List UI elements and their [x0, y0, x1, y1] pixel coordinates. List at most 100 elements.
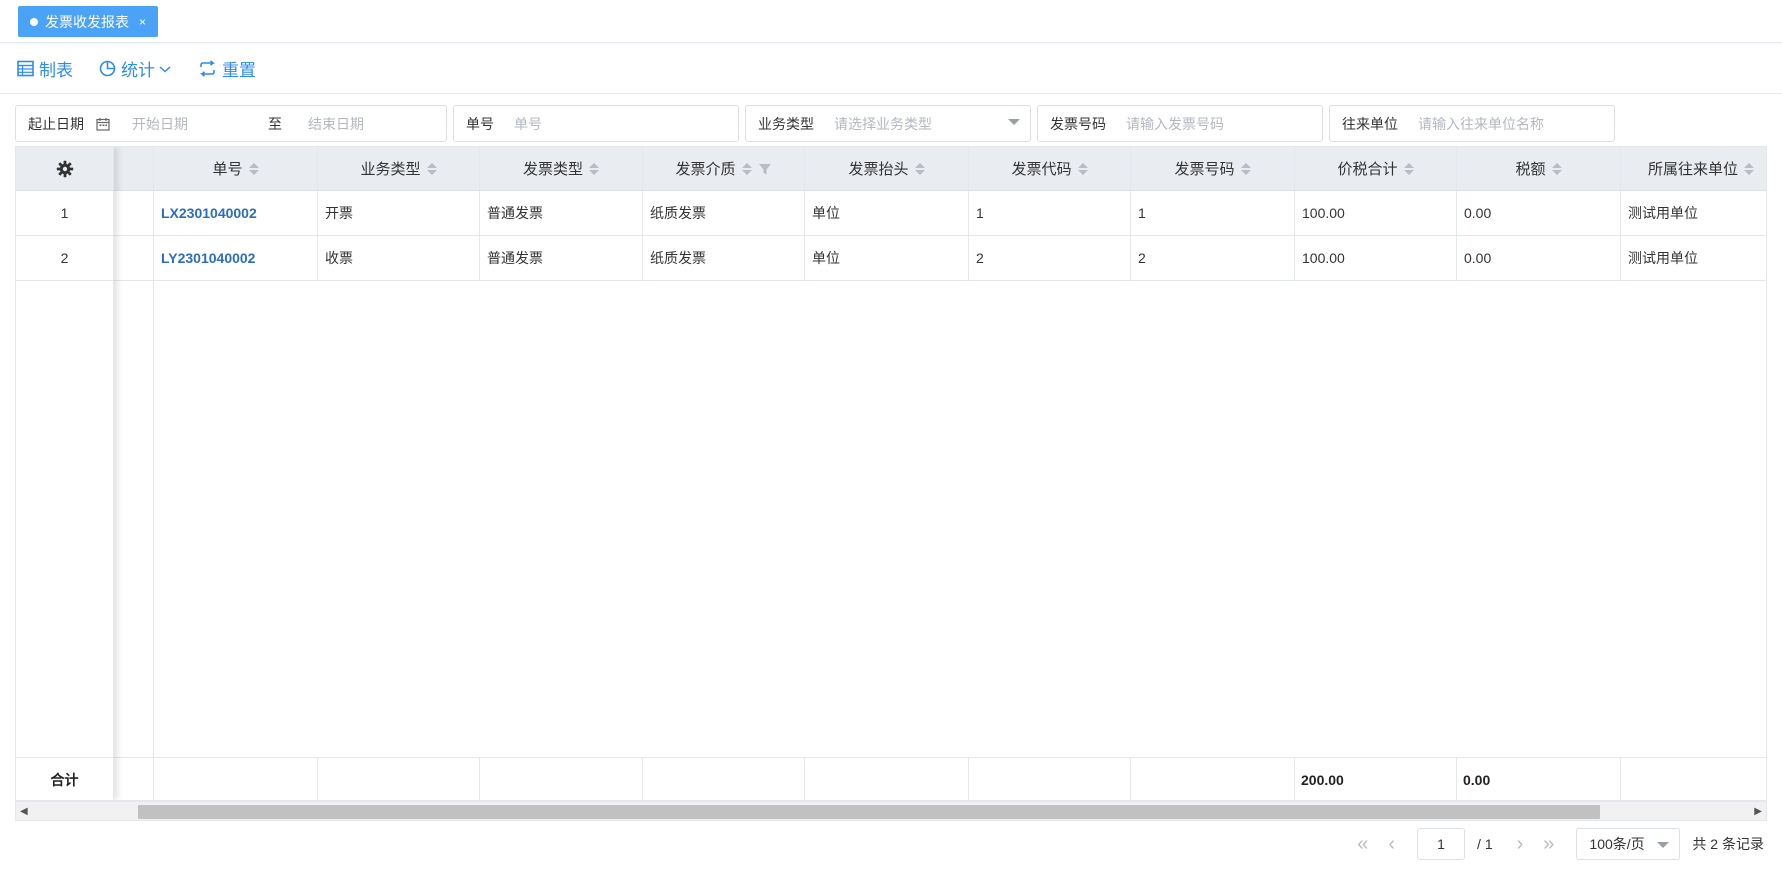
chevron-down-icon [159, 65, 171, 73]
header-label: 发票代码 [1011, 161, 1072, 178]
header-total[interactable]: 价税合计 [1295, 147, 1457, 190]
page-number-input[interactable]: 1 [1417, 828, 1466, 860]
total-cell: 100.00 [1295, 236, 1457, 280]
partner-cell: 测试用单位 [1628, 205, 1698, 221]
sort-icon[interactable] [914, 162, 925, 175]
filter-icon[interactable] [758, 162, 772, 176]
header-biz-type[interactable]: 业务类型 [318, 147, 480, 190]
footer-cell [154, 758, 318, 800]
first-page-icon[interactable]: « [1357, 833, 1368, 856]
sort-icon[interactable] [1744, 162, 1754, 175]
row-index: 1 [16, 191, 114, 235]
header-partner[interactable]: 所属往来单位 [1621, 147, 1766, 190]
biz-type-filter[interactable]: 业务类型 请选择业务类型 [745, 105, 1031, 142]
start-date-input[interactable]: 开始日期 [132, 114, 268, 134]
order-no-link[interactable]: LY2301040002 [161, 250, 255, 266]
sort-icon[interactable] [589, 162, 599, 175]
scroll-right-icon[interactable]: ▶ [1754, 806, 1762, 817]
date-separator: 至 [268, 115, 282, 132]
row-spacer [114, 191, 154, 235]
table-header: 单号 业务类型 发票类型 发票介质 发票抬头 发票代码 发票号码 价税合计 税额… [16, 147, 1766, 191]
tab-label: 发票收发报表 [45, 13, 129, 30]
biz-type-label: 业务类型 [758, 115, 814, 132]
header-invoice-number[interactable]: 发票号码 [1131, 147, 1295, 190]
scroll-left-icon[interactable]: ◀ [20, 806, 28, 817]
invoice-number-cell: 2 [1131, 236, 1295, 280]
sort-icon[interactable] [248, 162, 259, 175]
table-row[interactable]: 2 LY2301040002 收票 普通发票 纸质发票 单位 2 2 100.0… [16, 236, 1766, 281]
date-range-filter[interactable]: 起止日期 开始日期 至 结束日期 [15, 105, 447, 142]
invoice-no-filter[interactable]: 发票号码 请输入发票号码 [1037, 105, 1323, 142]
footer-cell [969, 758, 1131, 800]
invoice-no-input[interactable]: 请输入发票号码 [1126, 114, 1224, 134]
header-invoice-code[interactable]: 发票代码 [969, 147, 1131, 190]
order-no-link[interactable]: LX2301040002 [161, 205, 257, 221]
summary-total: 200.00 [1295, 758, 1457, 800]
row-spacer [114, 236, 154, 280]
footer-cell [318, 758, 480, 800]
next-page-icon[interactable]: › [1517, 833, 1524, 856]
gear-icon [56, 160, 73, 177]
empty-col [114, 281, 154, 757]
order-no-filter[interactable]: 单号 单号 [453, 105, 739, 142]
horizontal-scrollbar[interactable]: ◀ ▶ [15, 801, 1767, 821]
header-label: 业务类型 [360, 161, 421, 178]
invoice-title-cell: 单位 [805, 191, 969, 235]
invoice-type-cell: 普通发票 [480, 236, 643, 280]
order-no-input[interactable]: 单号 [514, 114, 542, 134]
last-page-icon[interactable]: » [1543, 833, 1554, 856]
total-cell: 100.00 [1295, 191, 1457, 235]
prev-page-icon[interactable]: ‹ [1388, 833, 1395, 856]
table-empty-body [16, 281, 1766, 757]
reset-button[interactable]: 重置 [198, 56, 256, 81]
partner-input[interactable]: 请输入往来单位名称 [1418, 114, 1544, 134]
end-date-input[interactable]: 结束日期 [308, 114, 364, 134]
make-report-button[interactable]: 制表 [17, 56, 73, 81]
row-index: 2 [16, 236, 114, 280]
invoice-medium-cell: 纸质发票 [643, 236, 805, 280]
stats-label: 统计 [121, 61, 155, 80]
scrollbar-thumb[interactable] [138, 805, 1600, 819]
table-row[interactable]: 1 LX2301040002 开票 普通发票 纸质发票 单位 1 1 100.0… [16, 191, 1766, 236]
header-invoice-type[interactable]: 发票类型 [480, 147, 643, 190]
report-table: 单号 业务类型 发票类型 发票介质 发票抬头 发票代码 发票号码 价税合计 税额… [15, 146, 1767, 801]
invoice-code-cell: 2 [969, 236, 1131, 280]
page-size-select[interactable]: 100条/页 [1576, 828, 1681, 860]
column-settings-button[interactable] [16, 147, 114, 190]
tax-cell: 0.00 [1457, 236, 1621, 280]
tab-invoice-report[interactable]: 发票收发报表 × [18, 6, 159, 37]
header-invoice-title[interactable]: 发票抬头 [805, 147, 969, 190]
tab-close-icon[interactable]: × [139, 15, 146, 29]
header-spacer [114, 147, 154, 190]
header-invoice-medium[interactable]: 发票介质 [643, 147, 805, 190]
filter-bar: 起止日期 开始日期 至 结束日期 单号 单号 业务类型 请选择业务类型 发票号码… [15, 105, 1621, 143]
header-tax[interactable]: 税额 [1457, 147, 1621, 190]
pagination: « ‹ 1 / 1 › » 100条/页 共 2 条记录 [1347, 827, 1764, 861]
order-no-cell: LX2301040002 [154, 191, 318, 235]
stats-dropdown-button[interactable]: 统计 [99, 56, 172, 81]
biz-type-select[interactable]: 请选择业务类型 [834, 114, 932, 134]
invoice-code-cell: 1 [969, 191, 1131, 235]
footer-cell [480, 758, 643, 800]
summary-tax: 0.00 [1457, 758, 1621, 800]
sort-icon[interactable] [1240, 162, 1251, 175]
sort-icon[interactable] [741, 162, 752, 175]
sort-icon[interactable] [1403, 162, 1414, 175]
calendar-icon [96, 117, 110, 131]
invoice-number-cell: 1 [1131, 191, 1295, 235]
caret-down-icon [1657, 842, 1670, 848]
header-label: 税额 [1515, 161, 1546, 178]
footer-cell [805, 758, 969, 800]
sort-icon[interactable] [1077, 162, 1088, 175]
footer-cell [1621, 758, 1766, 800]
header-label: 发票类型 [522, 161, 583, 178]
footer-cell [643, 758, 805, 800]
partner-filter[interactable]: 往来单位 请输入往来单位名称 [1329, 105, 1615, 142]
sort-icon[interactable] [426, 162, 437, 175]
pie-chart-icon [99, 60, 116, 77]
header-label: 发票介质 [675, 161, 736, 178]
table-footer-summary: 合计 200.00 0.00 [16, 757, 1766, 800]
tax-cell: 0.00 [1457, 191, 1621, 235]
header-order-no[interactable]: 单号 [154, 147, 318, 190]
sort-icon[interactable] [1551, 162, 1562, 175]
